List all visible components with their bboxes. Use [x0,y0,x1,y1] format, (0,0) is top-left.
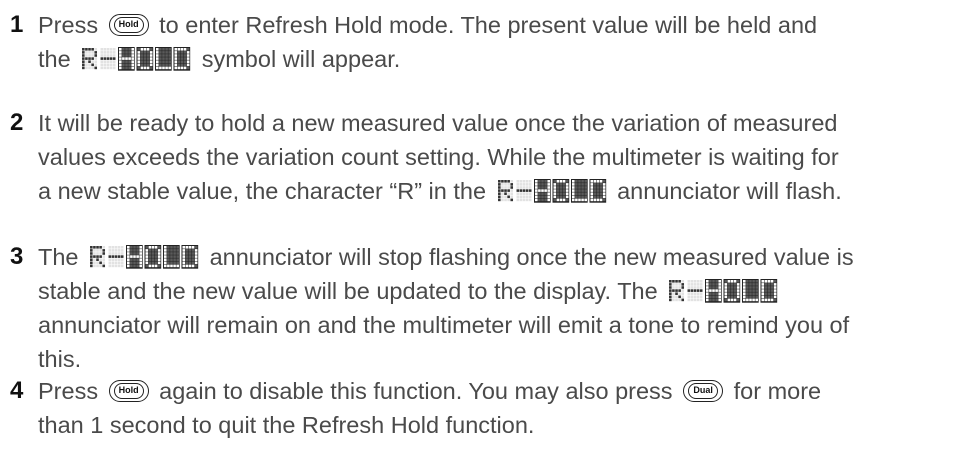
text-line: The annunciator will stop flashing once … [38,240,954,274]
text-segment: than 1 second to quit the Refresh Hold f… [38,412,535,438]
text-line: stable and the new value will be updated… [38,274,954,308]
text-line: Press Hold again to disable this functio… [38,374,954,408]
text-line: the symbol will appear. [38,42,954,76]
step-number: 3 [10,243,24,270]
dual-key-icon: Dual [683,379,724,402]
step-number: 2 [10,109,24,136]
text-segment: stable and the new value will be updated… [38,278,658,304]
r-hold-annunciator-icon [89,244,199,269]
text-line: than 1 second to quit the Refresh Hold f… [38,408,954,442]
text-segment: annunciator will remain on and the multi… [38,312,850,338]
text-segment: to enter Refresh Hold mode. The present … [159,12,818,38]
r-hold-annunciator-icon [497,178,607,203]
text-segment: a new stable value, the character “R” in… [38,178,487,204]
dual-key-label: Dual [688,382,719,399]
hold-key-label: Hold [113,382,144,399]
text-line: Press Hold to enter Refresh Hold mode. T… [38,8,954,42]
step-text: It will be ready to hold a new measured … [38,106,954,208]
r-hold-annunciator-icon [81,46,191,71]
text-segment: annunciator will stop flashing once the … [209,244,854,270]
text-segment: the [38,46,71,72]
step-number: 1 [10,11,24,38]
step-text: Press Hold to enter Refresh Hold mode. T… [38,8,954,76]
text-segment: symbol will appear. [201,46,401,72]
r-hold-annunciator-icon [668,278,778,303]
text-segment: again to disable this function. You may … [159,378,673,404]
text-segment: Press [38,378,99,404]
text-line: It will be ready to hold a new measured … [38,106,954,140]
text-line: a new stable value, the character “R” in… [38,174,954,208]
text-segment: The [38,244,79,270]
hold-key-icon: Hold [108,13,149,36]
text-line: annunciator will remain on and the multi… [38,308,954,342]
text-line: values exceeds the variation count setti… [38,140,954,174]
hold-key-icon: Hold [108,379,149,402]
text-segment: for more [733,378,822,404]
text-line: this. [38,342,954,376]
text-segment: values exceeds the variation count setti… [38,144,839,170]
text-segment: annunciator will flash. [617,178,842,204]
hold-key-label: Hold [113,16,144,33]
step-number: 4 [10,377,24,404]
step-text: The annunciator will stop flashing once … [38,240,954,376]
step-text: Press Hold again to disable this functio… [38,374,954,442]
text-segment: It will be ready to hold a new measured … [38,110,838,136]
text-segment: this. [38,346,82,372]
text-segment: Press [38,12,99,38]
